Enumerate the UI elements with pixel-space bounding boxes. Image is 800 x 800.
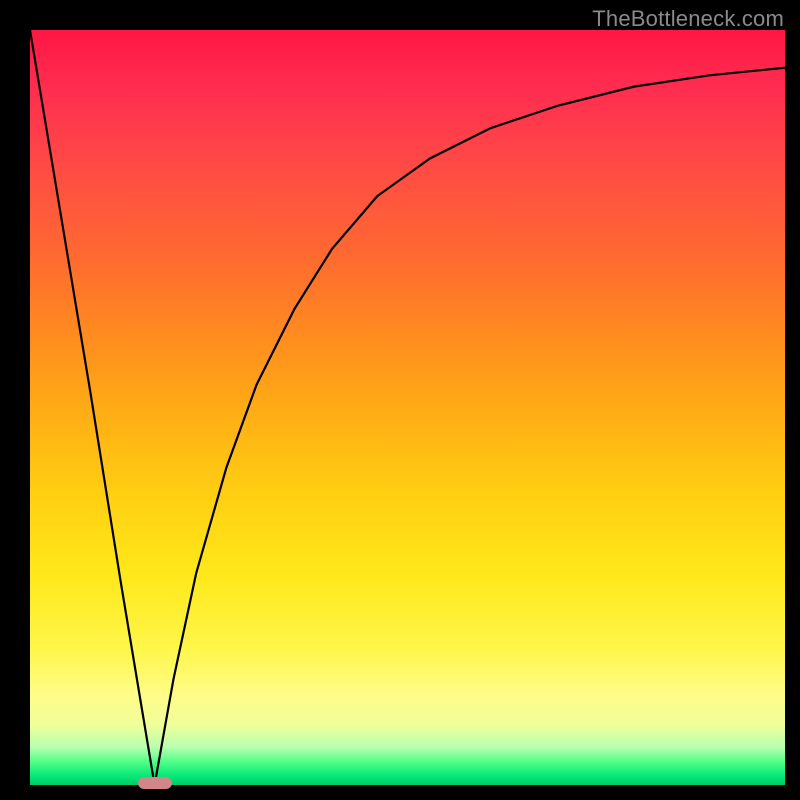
chart-curve-layer (30, 30, 785, 785)
curve-right-segment (155, 68, 785, 785)
bottleneck-marker (138, 777, 172, 789)
curve-left-segment (30, 30, 155, 785)
watermark-text: TheBottleneck.com (592, 6, 784, 32)
